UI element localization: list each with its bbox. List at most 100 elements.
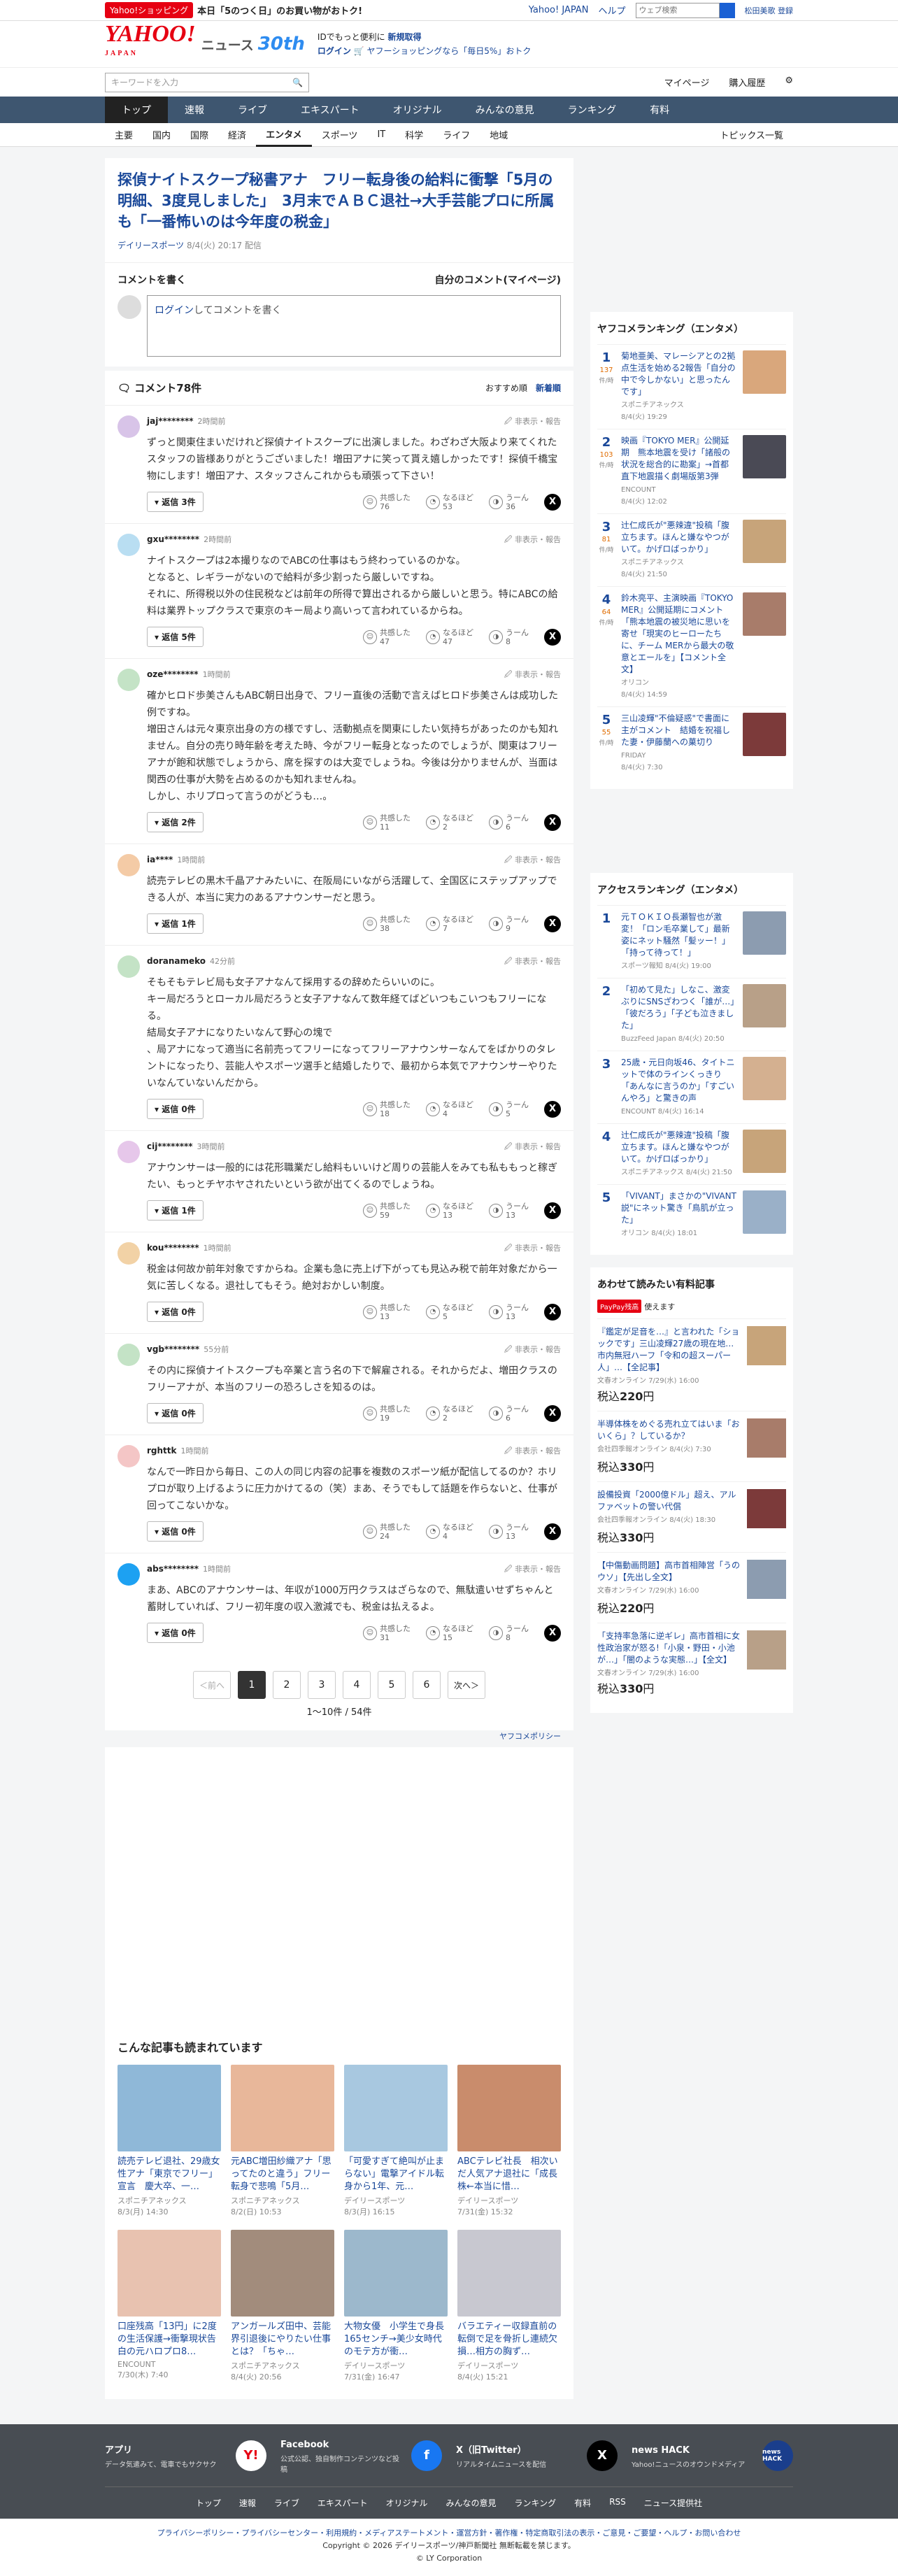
next-page-button[interactable]: 次へ＞ [448,1671,485,1699]
rank-title[interactable]: 鈴木亮平、主演映画『TOKYO MER』公開延期にコメント「熊本地震の被災地に思… [621,592,737,676]
footer-nav-link[interactable]: ランキング [515,2497,557,2509]
related-title[interactable]: 読売テレビ退社、29歳女性アナ「東京でフリー」宣言 慶大卒、一… [117,2156,221,2193]
reaction-uun-button[interactable]: ◑ うーん 8 [489,628,529,646]
access-item[interactable]: 1 元ＴＯＫＩＯ長瀬智也が激変！「ロン毛卒業して」最新姿にネット騒然「髪ッー！」「… [597,905,786,978]
footer-nav-link[interactable]: オリジナル [386,2497,428,2509]
comment-policy-link[interactable]: ヤフコメポリシー [105,1730,573,1747]
page-1-button[interactable]: 1 [238,1671,266,1699]
x-share-icon[interactable]: X [544,1523,561,1540]
gnav-paid[interactable]: 有料 [633,97,686,123]
gear-icon[interactable]: ⚙ [785,76,793,89]
help-link[interactable]: ヘルプ [598,3,625,17]
paid-item[interactable]: 半導体株をめぐる売れ立てはいま「おいくら」？しているか？ 会社四季報オンライン 8… [597,1411,786,1481]
paid-title[interactable]: 「支持率急落に逆ギレ」高市首相に女性政治家が怒る!「小泉・野田・小池が…」「闇の… [597,1630,741,1666]
footer-news-hack-link[interactable]: news HACK Yahoo!ニュースのオウンドメディア news HACK [632,2437,793,2474]
report-link[interactable]: 🖉 非表示・報告 [504,854,561,867]
gnav-expert[interactable]: エキスパート [284,97,376,123]
reaction-uun-button[interactable]: ◑ うーん 13 [489,1523,529,1541]
x-share-icon[interactable]: X [544,1624,561,1642]
comment-textarea[interactable]: ログインしてコメントを書く [147,295,561,357]
related-card[interactable]: ABCテレビ社長 相次いだ人気アナ退社に「成長株←本当に惜… デイリースポーツ 7/… [457,2065,561,2217]
related-thumbnail[interactable] [231,2230,334,2317]
yahoo-japan-link[interactable]: Yahoo! JAPAN [529,5,589,15]
x-share-icon[interactable]: X [544,813,561,831]
commenter-avatar[interactable] [117,534,140,556]
reaction-hmm-button[interactable]: ◔ なるほど 13 [426,1202,473,1220]
commenter-avatar[interactable] [117,1242,140,1265]
gnav-opinion[interactable]: みんなの意見 [459,97,551,123]
paid-thumbnail[interactable] [747,1630,786,1670]
gnav-live[interactable]: ライブ [221,97,284,123]
related-thumbnail[interactable] [117,2065,221,2151]
signup-link[interactable]: 新規取得 [388,32,422,42]
paid-title[interactable]: 設備投資「2000億ドル」超え、アルファベットの警い代償 [597,1489,741,1513]
reply-button[interactable]: ▾ 返信 0件 [147,1623,204,1643]
reply-button[interactable]: ▾ 返信 0件 [147,1099,204,1119]
reaction-like-button[interactable]: ☺ 共感した 13 [363,1303,411,1321]
reaction-hmm-button[interactable]: ◔ なるほど 47 [426,628,473,646]
commenter-avatar[interactable] [117,669,140,691]
footer-x-link[interactable]: X（旧Twitter） リアルタイムニュースを配信 X [456,2437,618,2474]
footer-nav-link[interactable]: RSS [609,2497,626,2509]
reaction-like-button[interactable]: ☺ 共感した 24 [363,1523,411,1541]
commenter-avatar[interactable] [117,1563,140,1586]
reaction-like-button[interactable]: ☺ 共感した 19 [363,1404,411,1423]
related-thumbnail[interactable] [457,2230,561,2317]
commenter-name[interactable]: gxu******** [147,534,199,544]
yahoo-logo[interactable]: YAHOO! JAPAN [105,22,196,64]
report-link[interactable]: 🖉 非表示・報告 [504,415,561,429]
page-3-button[interactable]: 3 [308,1671,336,1699]
footer-nav-link[interactable]: ライブ [274,2497,299,2509]
reply-button[interactable]: ▾ 返信 1件 [147,1200,204,1221]
reaction-hmm-button[interactable]: ◔ なるほど 2 [426,813,473,832]
report-link[interactable]: 🖉 非表示・報告 [504,534,561,547]
gnav-top[interactable]: トップ [105,97,168,123]
cat-sports[interactable]: スポーツ [312,123,368,147]
reaction-uun-button[interactable]: ◑ うーん 6 [489,1404,529,1423]
reaction-hmm-button[interactable]: ◔ なるほど 4 [426,1100,473,1118]
cat-entertainment[interactable]: エンタメ [256,123,312,147]
web-search-button[interactable] [719,2,735,18]
commenter-name[interactable]: oze******** [147,669,199,679]
yafucome-item[interactable]: 3 81 件/時 辻仁成氏が"悪辣違"投稿「腹立ちます。ほんと嫌なやつがいて。かげロば… [597,513,786,586]
rank-thumbnail[interactable] [743,592,786,636]
keyword-search-input[interactable]: キーワードを入力 🔍 [105,72,309,92]
related-title[interactable]: バラエティー収録直前の転倒で足を骨折し連続欠損…相方の胸ず… [457,2321,561,2358]
related-title[interactable]: ABCテレビ社長 相次いだ人気アナ退社に「成長株←本当に惜… [457,2156,561,2193]
reaction-uun-button[interactable]: ◑ うーん 36 [489,493,529,511]
report-link[interactable]: 🖉 非表示・報告 [504,669,561,682]
shopping-promo-link[interactable]: ヤフーショッピングなら「毎日5%」おトク [367,46,532,56]
rank-title[interactable]: 辻仁成氏が"悪辣違"投稿「腹立ちます。ほんと嫌なやつがいて。かげロばっかり」 [621,520,737,555]
sort-recommended[interactable]: おすすめ順 [485,382,527,394]
report-link[interactable]: 🖉 非表示・報告 [504,955,561,969]
yafucome-item[interactable]: 5 55 件/時 三山凌輝"不倫疑惑"で書面に主がコメント 結婚を祝福した妻・伊藤蘭へ… [597,706,786,779]
paid-thumbnail[interactable] [747,1489,786,1528]
rank-title[interactable]: 「VIVANT」まさかの"VIVANT説"にネット驚き「鳥肌が立った」 [621,1190,737,1226]
yafucome-item[interactable]: 4 64 件/時 鈴木亮平、主演映画『TOKYO MER』公開延期にコメント「熊本地震… [597,586,786,706]
paid-item[interactable]: 『鑑定が足音を…』と言われた「ショックです」三山凌輝27歳の現在地…市内無冠ハー… [597,1318,786,1411]
rank-title[interactable]: 25歳・元日向坂46、タイトニットで体のラインくっきり「あんなに言うのか」「すご… [621,1057,737,1104]
footer-app-link[interactable]: アプリ データ気遣みて、電車でもサクサク Y! [105,2437,266,2474]
reaction-like-button[interactable]: ☺ 共感した 47 [363,628,411,646]
paid-item[interactable]: 「支持率急落に逆ギレ」高市首相に女性政治家が怒る!「小泉・野田・小池が…」「闇の… [597,1623,786,1703]
commenter-name[interactable]: abs******** [147,1564,199,1574]
sort-newest[interactable]: 新着順 [536,382,561,394]
gnav-original[interactable]: オリジナル [376,97,459,123]
commenter-name[interactable]: jaj******** [147,416,194,426]
user-name[interactable]: 松田美歌 登録 [745,5,794,16]
footer-nav-link[interactable]: 速報 [239,2497,256,2509]
rank-thumbnail[interactable] [743,435,786,478]
paid-item[interactable]: 設備投資「2000億ドル」超え、アルファベットの警い代償 会社四季報オンライン 8… [597,1481,786,1552]
my-comments-link[interactable]: 自分のコメント(マイページ) [434,273,561,287]
commenter-name[interactable]: ia**** [147,855,173,864]
reaction-uun-button[interactable]: ◑ うーん 8 [489,1624,529,1642]
commenter-name[interactable]: cij******** [147,1141,193,1151]
related-thumbnail[interactable] [117,2230,221,2317]
related-card[interactable]: 「可愛すぎて絶叫が止まらない」電撃アイドル転身から1年、元… デイリースポーツ 8/… [344,2065,448,2217]
paid-title[interactable]: 【中傷動画問題】高市首相陣営「うのウソ」【先出し全文】 [597,1560,741,1584]
web-search-input[interactable] [635,2,720,18]
cat-science[interactable]: 科学 [395,123,433,147]
promo-text[interactable]: 本日「5のつく日」のお買い物がおトク! [197,3,362,17]
search-icon[interactable]: 🔍 [292,78,303,87]
comment-login-link[interactable]: ログイン [155,305,194,316]
